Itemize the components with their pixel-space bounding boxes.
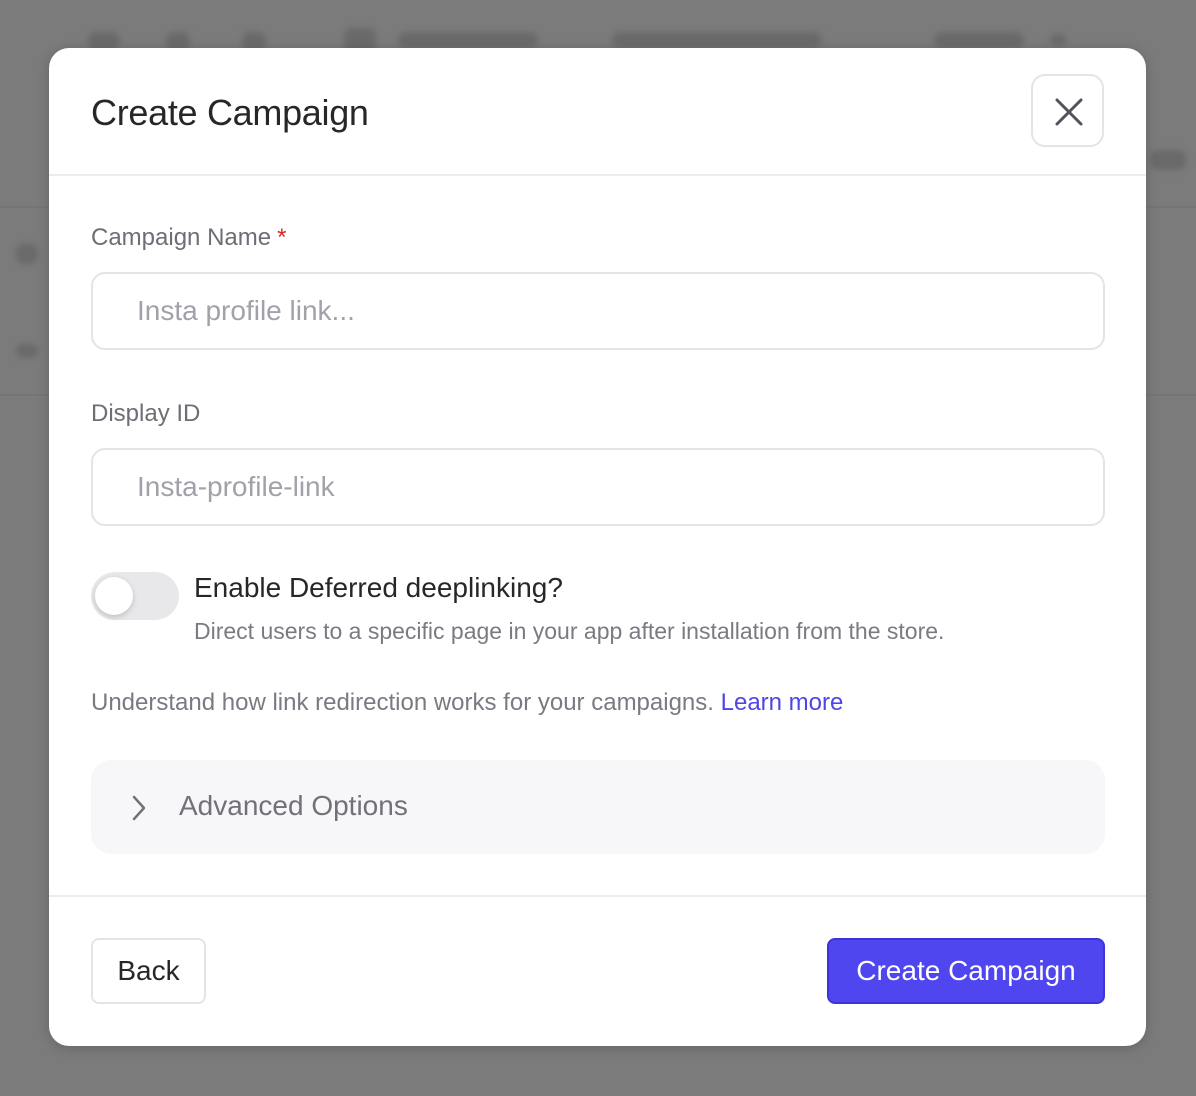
back-button[interactable]: Back: [91, 938, 206, 1004]
deferred-deeplinking-description: Direct users to a specific page in your …: [194, 618, 945, 644]
dialog-title: Create Campaign: [91, 92, 369, 133]
dialog-header: Create Campaign: [49, 48, 1146, 176]
deferred-deeplinking-toggle[interactable]: [91, 572, 179, 620]
chevron-right-icon: [132, 795, 146, 821]
deferred-deeplinking-title: Enable Deferred deeplinking?: [194, 572, 563, 603]
campaign-name-label: Campaign Name *: [91, 224, 286, 252]
required-marker: *: [277, 224, 287, 251]
create-campaign-button[interactable]: Create Campaign: [827, 938, 1105, 1004]
close-button[interactable]: [1031, 74, 1104, 147]
learn-more-link[interactable]: Learn more: [721, 689, 844, 716]
campaign-name-label-text: Campaign Name: [91, 224, 272, 251]
advanced-options-accordion[interactable]: Advanced Options: [91, 760, 1105, 854]
close-icon: [1055, 98, 1083, 126]
display-id-label: Display ID: [91, 400, 201, 427]
create-campaign-dialog: Create Campaign Campaign Name* Display I…: [49, 48, 1146, 1046]
campaign-name-input[interactable]: [91, 272, 1105, 350]
redirection-help-text: Understand how link redirection works fo…: [91, 689, 843, 717]
display-id-input[interactable]: [91, 448, 1105, 526]
advanced-options-label: Advanced Options: [179, 790, 408, 821]
dialog-footer: Back Create Campaign: [49, 895, 1146, 1046]
toggle-knob: [95, 577, 133, 615]
help-text: Understand how link redirection works fo…: [91, 689, 714, 716]
